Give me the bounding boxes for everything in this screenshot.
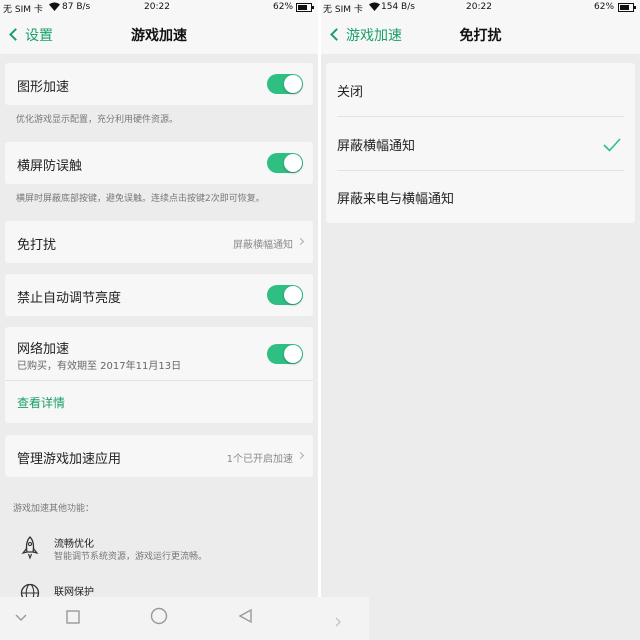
option-block-calls-and-banner[interactable]: 屏蔽来电与横幅通知 [326, 170, 635, 223]
chevron-down-icon[interactable] [14, 609, 28, 628]
option-off[interactable]: 关闭 [326, 63, 635, 116]
graphics-acceleration-desc: 优化游戏显示配置，充分利用硬件资源。 [16, 115, 179, 125]
landscape-mistouch-label: 横屏防误触 [17, 159, 83, 174]
network-speed: 87 B/s [62, 2, 91, 12]
manage-apps-value: 1个已开启加速 [226, 454, 293, 465]
title-bar: 游戏加速 免打扰 [321, 14, 640, 54]
other-features-heading: 游戏加速其他功能： [13, 504, 95, 514]
smooth-optimization-desc: 智能调节系统资源，游戏运行更流畅。 [54, 552, 208, 562]
option-label: 屏蔽横幅通知 [337, 139, 416, 154]
option-block-banner[interactable]: 屏蔽横幅通知 [326, 117, 635, 170]
network-acceleration-toggle[interactable] [267, 344, 303, 364]
network-protection-title: 联网保护 [54, 587, 94, 598]
graphics-acceleration-row[interactable]: 图形加速 [5, 63, 313, 105]
auto-brightness-label: 禁止自动调节亮度 [17, 291, 122, 306]
network-acceleration-label: 网络加速 [17, 342, 70, 357]
clock: 20:22 [466, 2, 492, 12]
chevron-right-icon [296, 237, 305, 246]
smooth-optimization-title: 流畅优化 [54, 539, 94, 550]
rocket-icon [20, 536, 40, 560]
page-title: 免打扰 [459, 28, 502, 44]
chevron-right-icon [296, 451, 305, 460]
do-not-disturb-label: 免打扰 [17, 238, 57, 253]
auto-brightness-toggle[interactable] [267, 285, 303, 305]
graphics-acceleration-toggle[interactable] [267, 74, 303, 94]
landscape-mistouch-desc: 横屏时屏蔽底部按键，避免误触。连续点击按键2次即可恢复。 [16, 194, 265, 204]
option-label: 屏蔽来电与横幅通知 [337, 192, 455, 207]
checkmark-icon [603, 137, 621, 156]
do-not-disturb-screen: 无 SIM 卡 154 B/s 20:22 62% 游戏加速 免打扰 关闭 屏蔽… [321, 0, 640, 640]
graphics-acceleration-label: 图形加速 [17, 80, 70, 95]
home-icon[interactable] [150, 607, 168, 629]
do-not-disturb-value: 屏蔽横幅通知 [233, 240, 293, 251]
auto-brightness-row[interactable]: 禁止自动调节亮度 [5, 274, 313, 316]
page-title: 游戏加速 [131, 28, 187, 44]
divider [5, 380, 313, 381]
dnd-options-list: 关闭 屏蔽横幅通知 屏蔽来电与横幅通知 [326, 63, 635, 223]
view-details-link[interactable]: 查看详情 [17, 394, 65, 411]
game-acceleration-screen: 无 SIM 卡 87 B/s 20:22 62% 设置 游戏加速 图形加速 优化… [0, 0, 318, 640]
status-bar: 无 SIM 卡 154 B/s 20:22 62% [321, 0, 640, 15]
option-label: 关闭 [337, 85, 364, 100]
recent-apps-icon[interactable] [66, 609, 80, 628]
wifi-icon [369, 2, 380, 14]
network-acceleration-expiry: 已购买，有效期至 2017年11月13日 [17, 361, 182, 372]
title-bar: 设置 游戏加速 [0, 14, 318, 54]
back-triangle-icon[interactable] [238, 608, 254, 628]
manage-apps-row[interactable]: 管理游戏加速应用 1个已开启加速 [5, 435, 313, 477]
do-not-disturb-row[interactable]: 免打扰 屏蔽横幅通知 [5, 221, 313, 263]
status-bar: 无 SIM 卡 87 B/s 20:22 62% [0, 0, 318, 15]
navigation-bar [0, 597, 369, 640]
landscape-mistouch-toggle[interactable] [267, 153, 303, 173]
battery-percent: 62% [273, 2, 294, 12]
manage-apps-label: 管理游戏加速应用 [17, 452, 122, 467]
chevron-right-icon[interactable] [335, 612, 341, 631]
network-speed: 154 B/s [381, 2, 415, 12]
network-acceleration-card: 网络加速 已购买，有效期至 2017年11月13日 查看详情 [5, 327, 313, 423]
clock: 20:22 [144, 2, 170, 12]
wifi-icon [49, 2, 60, 14]
battery-percent: 62% [594, 2, 615, 12]
landscape-mistouch-row[interactable]: 横屏防误触 [5, 142, 313, 184]
